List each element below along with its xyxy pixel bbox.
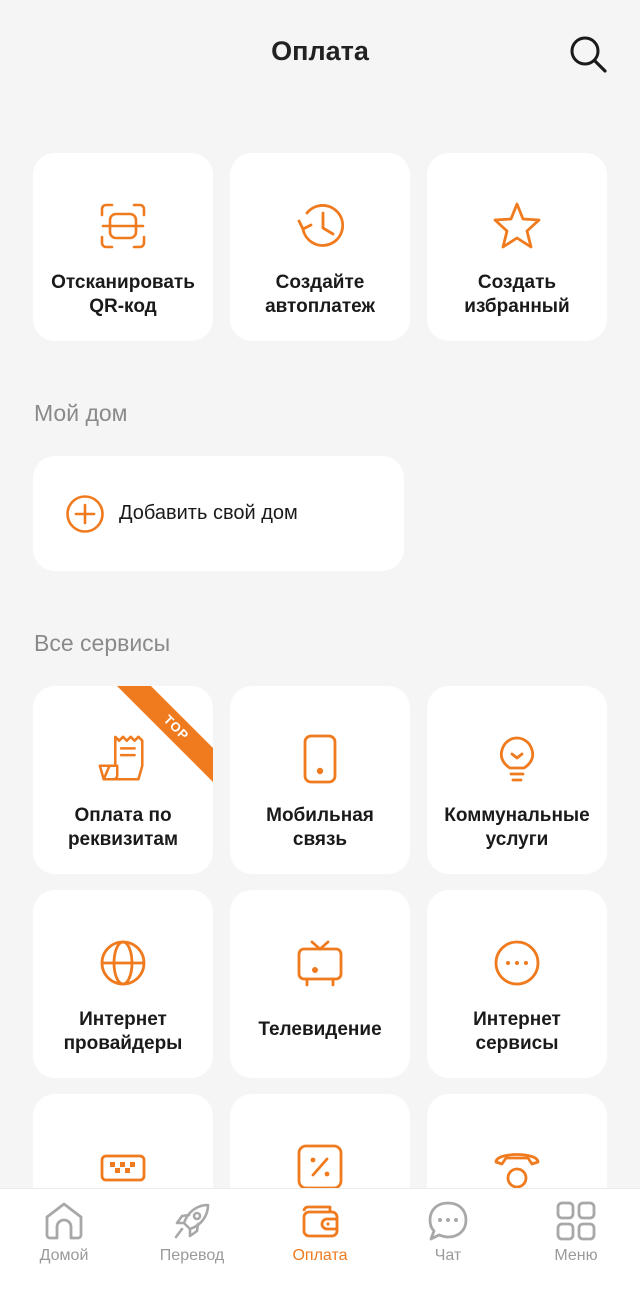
my-home-section-title: Мой дом xyxy=(34,400,128,426)
nav-transfer[interactable]: Перевод xyxy=(128,1189,256,1300)
service-internet-services[interactable]: Интернет сервисы xyxy=(427,890,607,1078)
chat-icon xyxy=(426,1199,470,1243)
service-label: Мобильная связь xyxy=(236,804,404,852)
nav-label: Оплата xyxy=(292,1247,348,1264)
label-line: Оплата по xyxy=(74,805,172,826)
label-line: QR-код xyxy=(89,296,157,317)
taxi-icon xyxy=(96,1140,150,1194)
home-icon xyxy=(42,1199,86,1243)
label-line: избранный xyxy=(464,296,570,317)
grid-icon xyxy=(554,1199,598,1243)
nav-home[interactable]: Домой xyxy=(0,1189,128,1300)
phone-icon xyxy=(293,732,347,786)
label-line: Создать xyxy=(477,272,557,293)
label-line: Коммунальные xyxy=(444,805,590,826)
label-line: автоплатеж xyxy=(265,296,375,317)
clock-history-icon xyxy=(293,199,347,253)
lightbulb-icon xyxy=(490,732,544,786)
nav-label: Перевод xyxy=(159,1247,225,1264)
service-label: Интернет провайдеры xyxy=(39,1008,207,1056)
dots-circle-icon xyxy=(490,936,544,990)
label-line: Интернет xyxy=(79,1009,167,1030)
search-icon xyxy=(570,36,607,73)
star-icon xyxy=(490,199,544,253)
label-line: Интернет xyxy=(473,1009,561,1030)
label-line: провайдеры xyxy=(63,1033,183,1054)
service-label: Оплата по реквизитам xyxy=(39,804,207,852)
add-circle-icon xyxy=(66,494,104,533)
page-title: Оплата xyxy=(271,36,369,66)
tv-icon xyxy=(293,936,347,990)
percent-icon xyxy=(293,1140,347,1194)
qr-scan-icon xyxy=(96,199,150,253)
scan-qr-button[interactable]: Отсканировать QR-код xyxy=(33,153,213,341)
label-line: Мобильная xyxy=(266,805,374,826)
scan-qr-label: Отсканировать QR-код xyxy=(39,271,207,319)
service-label: Телевидение xyxy=(236,1018,404,1042)
nav-chat[interactable]: Чат xyxy=(384,1189,512,1300)
label-line: Отсканировать xyxy=(51,272,195,293)
create-favorite-label: Создать избранный xyxy=(433,271,601,319)
create-favorite-button[interactable]: Создать избранный xyxy=(427,153,607,341)
receipt-icon xyxy=(96,732,150,786)
service-label: Коммунальные услуги xyxy=(433,804,601,852)
create-autopay-button[interactable]: Создайте автоплатеж xyxy=(230,153,410,341)
search-button[interactable] xyxy=(566,32,610,76)
bottom-nav: Домой Перевод Оплата Чат Меню xyxy=(0,1188,640,1300)
service-requisites[interactable]: TOP Оплата по реквизитам xyxy=(33,686,213,874)
globe-icon xyxy=(96,936,150,990)
rocket-icon xyxy=(170,1199,214,1243)
service-utilities[interactable]: Коммунальные услуги xyxy=(427,686,607,874)
label-line: реквизитам xyxy=(67,829,179,850)
service-internet-providers[interactable]: Интернет провайдеры xyxy=(33,890,213,1078)
landline-phone-icon xyxy=(490,1140,544,1194)
label-line: услуги xyxy=(485,829,549,850)
header: Оплата xyxy=(0,0,640,105)
add-home-button[interactable]: Добавить свой дом xyxy=(33,456,404,571)
nav-payment[interactable]: Оплата xyxy=(256,1189,384,1300)
nav-label: Чат xyxy=(434,1247,462,1264)
label-line: связь xyxy=(292,829,348,850)
label-line: сервисы xyxy=(475,1033,559,1054)
nav-menu[interactable]: Меню xyxy=(512,1189,640,1300)
service-label: Интернет сервисы xyxy=(433,1008,601,1056)
add-home-label: Добавить свой дом xyxy=(119,502,298,524)
wallet-icon xyxy=(298,1199,342,1243)
nav-label: Домой xyxy=(39,1247,89,1264)
label-line: Телевидение xyxy=(258,1019,382,1040)
service-television[interactable]: Телевидение xyxy=(230,890,410,1078)
label-line: Создайте xyxy=(275,272,365,293)
payment-screen: Оплата Отсканировать QR-код Создайте авт… xyxy=(0,0,640,1300)
service-mobile[interactable]: Мобильная связь xyxy=(230,686,410,874)
nav-label: Меню xyxy=(554,1247,598,1264)
create-autopay-label: Создайте автоплатеж xyxy=(236,271,404,319)
all-services-section-title: Все сервисы xyxy=(34,630,171,656)
